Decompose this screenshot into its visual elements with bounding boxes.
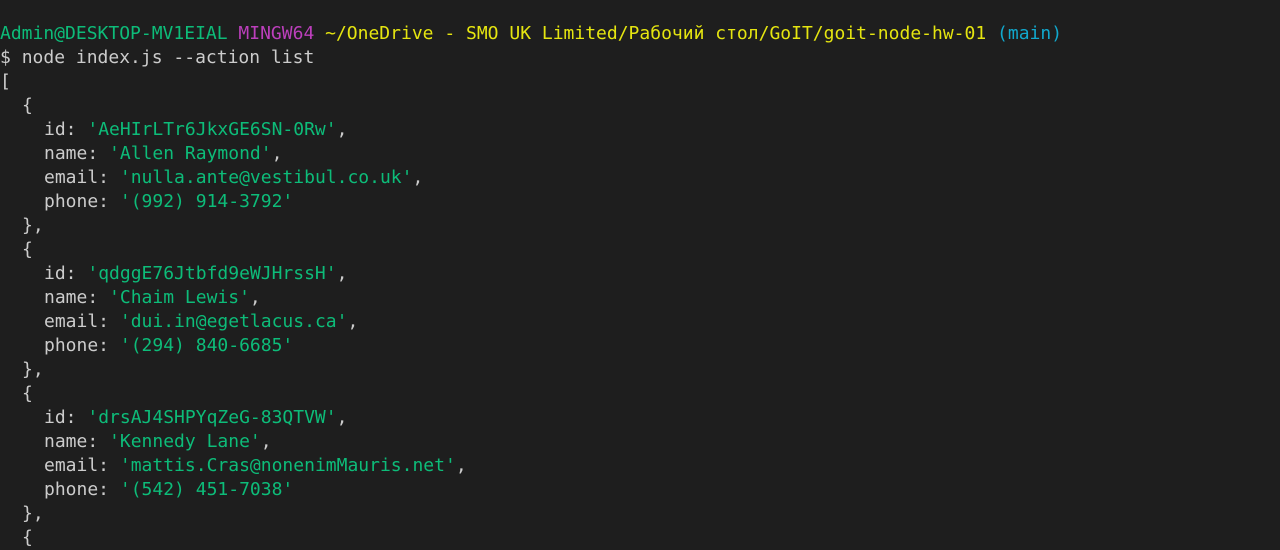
key-email: email: [44, 455, 110, 476]
contact-email: 'mattis.Cras@nonenimMauris.net' [119, 455, 456, 476]
contact-email-line: email: 'nulla.ante@vestibul.co.uk', [44, 167, 424, 188]
contact-phone: '(294) 840-6685' [119, 335, 294, 356]
contact-email-line: email: 'dui.in@egetlacus.ca', [44, 311, 359, 332]
contact-phone: '(992) 914-3792' [119, 191, 294, 212]
contact-id: 'drsAJ4SHPYqZeG-83QTVW' [87, 407, 337, 428]
prompt-line: Admin@DESKTOP-MV1EIAL MINGW64 ~/OneDrive… [0, 22, 1280, 46]
contact-phone-line: phone: '(294) 840-6685' [0, 334, 1280, 358]
contact-name: 'Allen Raymond' [109, 143, 272, 164]
key-phone: phone: [44, 191, 110, 212]
prompt-symbol: $ [0, 47, 11, 68]
key-phone: phone: [44, 335, 110, 356]
contact-id: 'qdggE76Jtbfd9eWJHrssH' [87, 263, 337, 284]
output-open-bracket: [ [0, 71, 11, 92]
contact-open-brace: { [22, 239, 33, 260]
contact-open-brace: { [22, 383, 33, 404]
contact-name: 'Kennedy Lane' [109, 431, 261, 452]
contact-open-brace: { [22, 527, 33, 548]
prompt-path: ~/OneDrive - SMO UK Limited/Рабочий стол… [325, 23, 987, 44]
prompt-user-host: Admin@DESKTOP-MV1EIAL [0, 23, 228, 44]
prompt-branch: (main) [997, 23, 1063, 44]
command-text: node index.js --action list [21, 47, 315, 68]
contact-close-brace: }, [22, 215, 44, 236]
command-line: $ node index.js --action list [0, 46, 1280, 70]
contact-id-line: id: 'drsAJ4SHPYqZeG-83QTVW', [44, 407, 348, 428]
key-name: name: [44, 287, 99, 308]
prompt-shell: MINGW64 [238, 23, 315, 44]
key-name: name: [44, 431, 99, 452]
contact-email-line: email: 'mattis.Cras@nonenimMauris.net', [44, 455, 467, 476]
terminal-window[interactable]: Admin@DESKTOP-MV1EIAL MINGW64 ~/OneDrive… [0, 0, 1280, 550]
contact-phone-line: phone: '(542) 451-7038' [0, 478, 1280, 502]
contact-email: 'dui.in@egetlacus.ca' [119, 311, 348, 332]
contact-name: 'Chaim Lewis' [109, 287, 250, 308]
contact-close-brace: }, [22, 359, 44, 380]
contact-name-line: name: 'Allen Raymond', [44, 143, 283, 164]
contact-id-line: id: 'AeHIrLTr6JkxGE6SN-0Rw', [44, 119, 348, 140]
contact-email: 'nulla.ante@vestibul.co.uk' [119, 167, 413, 188]
key-email: email: [44, 311, 110, 332]
key-id: id: [44, 407, 77, 428]
contact-name-line: name: 'Chaim Lewis', [44, 287, 261, 308]
key-id: id: [44, 263, 77, 284]
contact-open-brace: { [22, 95, 33, 116]
key-phone: phone: [44, 479, 110, 500]
contact-id-line: id: 'qdggE76Jtbfd9eWJHrssH', [44, 263, 348, 284]
contact-phone-line: phone: '(992) 914-3792' [0, 190, 1280, 214]
key-email: email: [44, 167, 110, 188]
key-name: name: [44, 143, 99, 164]
contact-phone: '(542) 451-7038' [119, 479, 294, 500]
contact-close-brace: }, [22, 503, 44, 524]
contact-id: 'AeHIrLTr6JkxGE6SN-0Rw' [87, 119, 337, 140]
contact-name-line: name: 'Kennedy Lane', [44, 431, 272, 452]
key-id: id: [44, 119, 77, 140]
